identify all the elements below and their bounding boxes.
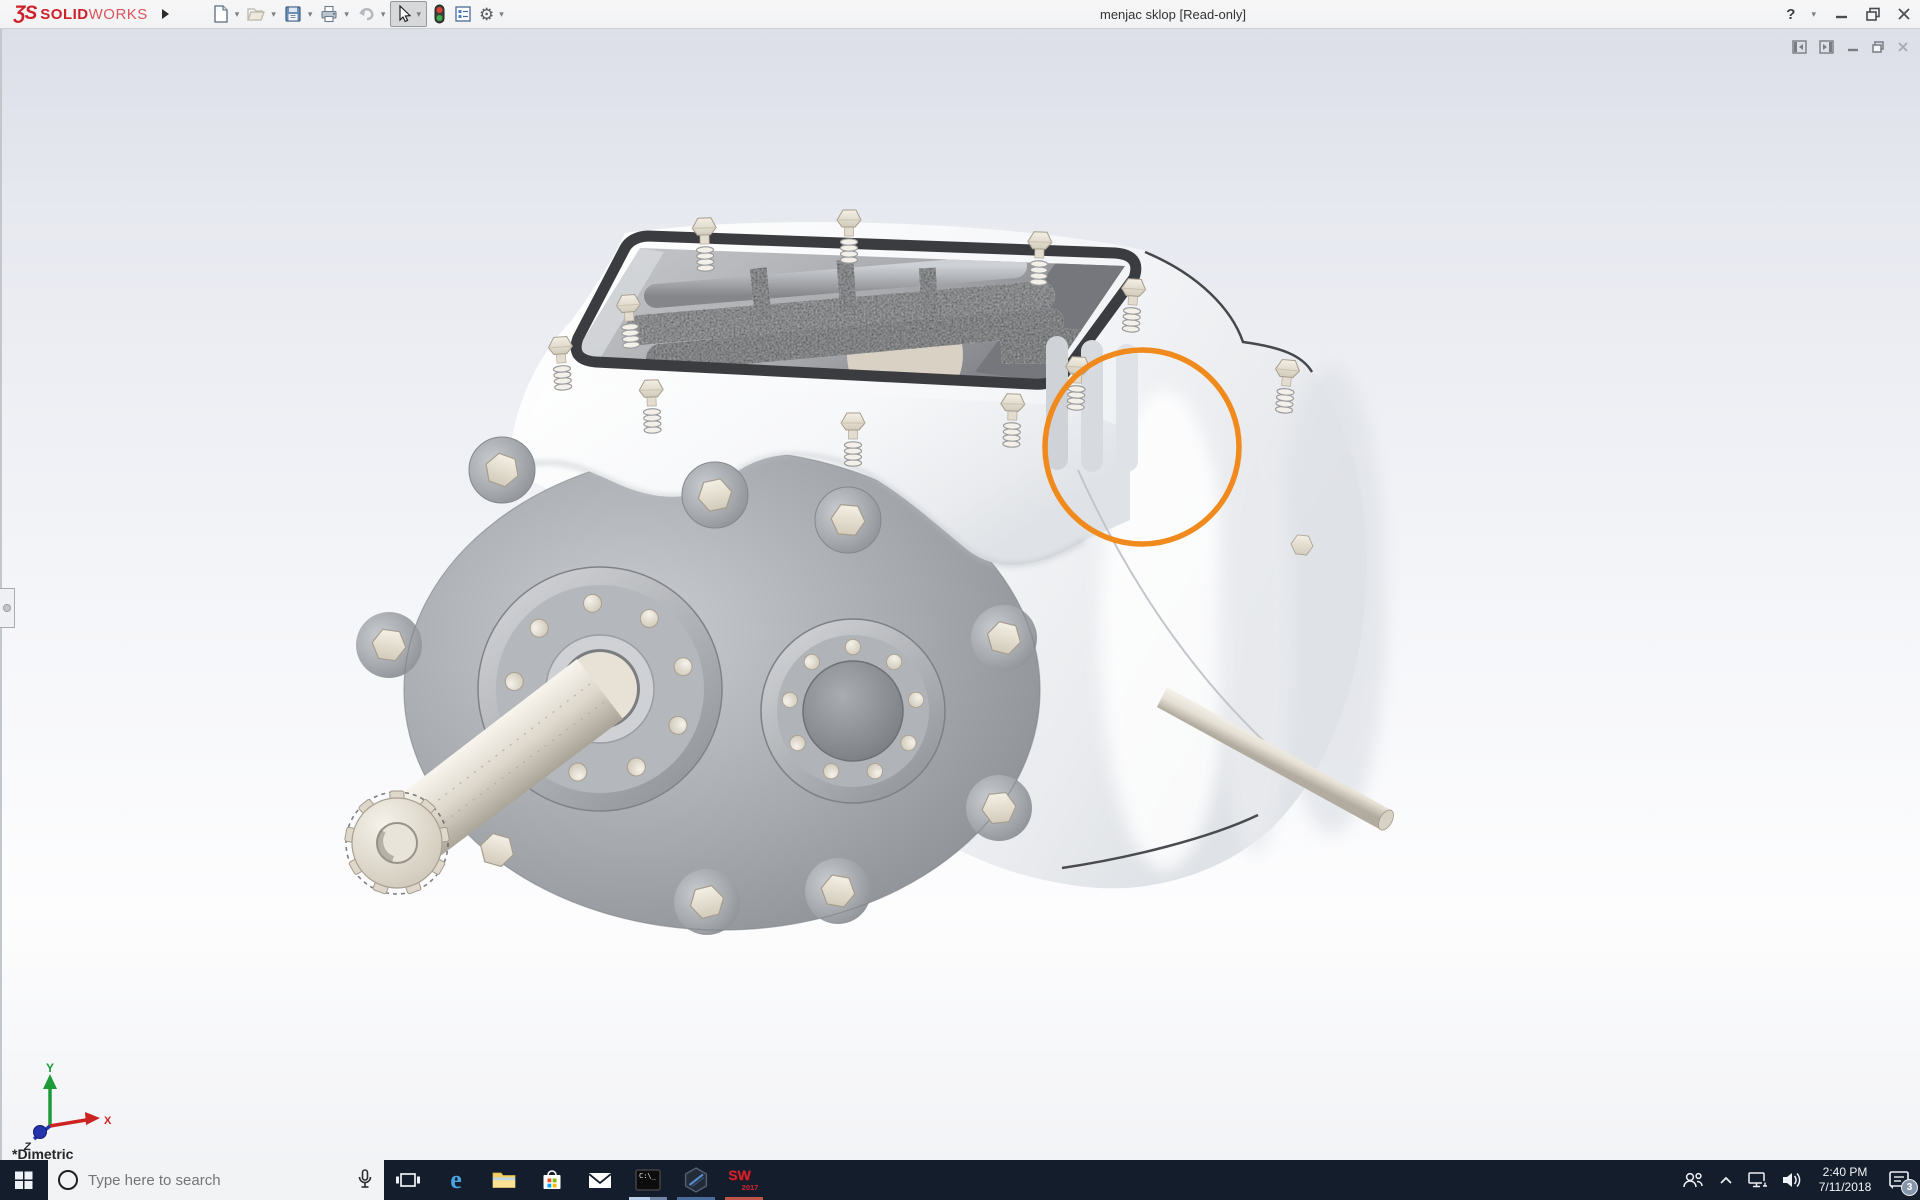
microphone-icon[interactable]	[356, 1168, 374, 1197]
action-center-icon[interactable]: 3	[1886, 1168, 1918, 1196]
select-dropdown[interactable]	[416, 9, 421, 20]
search-input[interactable]	[86, 1170, 340, 1190]
store-icon[interactable]	[528, 1160, 576, 1200]
chevron-up-icon[interactable]	[1716, 1170, 1736, 1190]
tray-date: 7/11/2018	[1818, 1180, 1872, 1194]
help-dropdown[interactable]	[1811, 9, 1816, 20]
solidworks-2017-icon[interactable]: SW SW 2017	[720, 1160, 768, 1200]
hexagon-app-icon[interactable]	[672, 1160, 720, 1200]
triad-y-label: Y	[46, 1061, 54, 1075]
select-tool-button[interactable]	[390, 1, 427, 27]
pane-right-icon[interactable]	[1819, 39, 1835, 55]
svg-text:SW: SW	[728, 1167, 751, 1183]
save-dropdown[interactable]	[308, 9, 313, 20]
volume-icon[interactable]	[1780, 1169, 1804, 1191]
people-icon[interactable]	[1680, 1168, 1706, 1192]
window-title: menjac sklop [Read-only]	[1100, 6, 1246, 22]
minimize-button[interactable]	[1834, 6, 1850, 22]
options-dropdown[interactable]	[499, 9, 504, 20]
orientation-triad: Y X Z	[23, 1061, 112, 1153]
ds-mark-icon: ƷS	[14, 3, 37, 24]
print-dropdown[interactable]	[344, 9, 349, 20]
undo-dropdown[interactable]	[381, 9, 386, 20]
triad-x-label: X	[104, 1115, 112, 1127]
cortana-circle-icon[interactable]	[58, 1170, 78, 1190]
clock[interactable]: 2:40 PM 7/11/2018	[1814, 1165, 1876, 1195]
svg-text:2017: 2017	[742, 1183, 759, 1192]
open-dropdown[interactable]	[271, 9, 276, 20]
start-button[interactable]	[0, 1160, 48, 1200]
feature-tree-collapsed-tab[interactable]	[0, 588, 15, 628]
document-window-controls	[1792, 39, 1910, 55]
doc-minimize-button[interactable]	[1846, 40, 1860, 54]
menu-flyout-icon[interactable]	[161, 9, 169, 19]
options-gear-button[interactable]	[477, 4, 496, 25]
screen: Y X Z *Dimetric ƷS SOLID WORKS ▾ ▾ ▾ ▾ ▾…	[0, 0, 1920, 1200]
task-view-button[interactable]	[384, 1160, 432, 1200]
new-dropdown[interactable]	[235, 9, 240, 20]
file-explorer-icon[interactable]	[480, 1160, 528, 1200]
file-properties-button[interactable]	[451, 2, 475, 26]
new-document-button[interactable]	[209, 2, 232, 26]
doc-close-button[interactable]	[1896, 40, 1910, 54]
edge-icon[interactable]: e	[432, 1160, 480, 1200]
cover-boss	[760, 618, 946, 804]
svg-text:C:\_: C:\_	[639, 1172, 657, 1180]
save-button[interactable]	[281, 2, 305, 26]
help-button[interactable]: ?	[1786, 6, 1795, 23]
solidworks-logo: ƷS SOLID WORKS	[14, 3, 148, 24]
graphics-area[interactable]: Y X Z *Dimetric	[0, 29, 1920, 1162]
taskbar-search[interactable]	[48, 1160, 384, 1200]
mail-icon[interactable]	[576, 1160, 624, 1200]
tab-dot-icon	[3, 604, 11, 612]
model-canvas[interactable]: Y X Z	[0, 0, 1920, 1200]
svg-text:e: e	[450, 1165, 462, 1194]
windows-taskbar: e C:\_ SWSW2017 2:40 PM 7/11/2018 3	[0, 1160, 1920, 1200]
quick-toolbar	[209, 1, 507, 27]
system-tray: 2:40 PM 7/11/2018 3	[1680, 1160, 1920, 1200]
rebuild-button[interactable]	[429, 1, 449, 27]
network-icon[interactable]	[1746, 1169, 1770, 1191]
doc-restore-button[interactable]	[1871, 40, 1885, 54]
tray-time: 2:40 PM	[1822, 1165, 1868, 1179]
undo-button[interactable]	[354, 2, 378, 26]
gear-icon	[479, 6, 494, 23]
pane-left-icon[interactable]	[1792, 39, 1808, 55]
command-prompt-icon[interactable]: C:\_	[624, 1160, 672, 1200]
restore-button[interactable]	[1865, 6, 1881, 22]
close-button[interactable]	[1896, 6, 1912, 22]
notification-badge: 3	[1901, 1179, 1918, 1196]
titlebar: ƷS SOLIDWORKS menjac sklop [Read-only] ?	[0, 0, 1920, 29]
windows-logo-icon	[15, 1171, 33, 1189]
open-button[interactable]	[244, 2, 268, 26]
print-button[interactable]	[317, 2, 341, 26]
